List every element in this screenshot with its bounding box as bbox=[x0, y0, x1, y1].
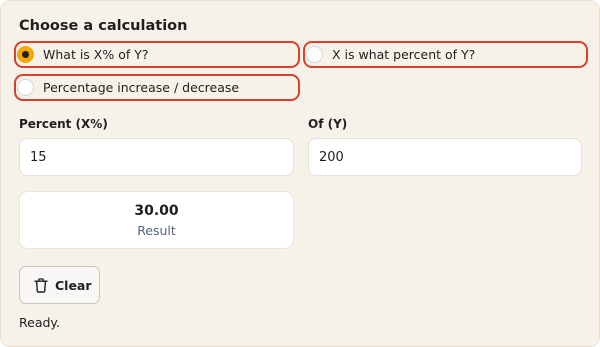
percent-input[interactable] bbox=[19, 138, 294, 176]
of-input[interactable] bbox=[308, 138, 582, 176]
status-text: Ready. bbox=[19, 315, 60, 330]
calculator-panel: Choose a calculation What is X% of Y? X … bbox=[0, 0, 600, 347]
result-value: 30.00 bbox=[134, 203, 179, 219]
option-x-percent-of-y[interactable]: What is X% of Y? bbox=[14, 41, 300, 68]
radio-unselected-icon[interactable] bbox=[306, 46, 323, 63]
option-label: Percentage increase / decrease bbox=[43, 80, 240, 95]
trash-icon bbox=[34, 278, 48, 293]
radio-selected-icon[interactable] bbox=[17, 46, 34, 63]
clear-button-label: Clear bbox=[55, 278, 92, 293]
option-x-is-what-percent[interactable]: X is what percent of Y? bbox=[303, 41, 588, 68]
result-card: 30.00 Result bbox=[19, 191, 294, 249]
option-percentage-change[interactable]: Percentage increase / decrease bbox=[14, 74, 300, 101]
radio-unselected-icon[interactable] bbox=[17, 79, 34, 96]
option-label: What is X% of Y? bbox=[43, 47, 149, 62]
clear-button[interactable]: Clear bbox=[19, 266, 100, 304]
percent-field-label: Percent (X%) bbox=[19, 117, 108, 131]
of-field-label: Of (Y) bbox=[308, 117, 348, 131]
option-label: X is what percent of Y? bbox=[332, 47, 476, 62]
result-label: Result bbox=[137, 223, 176, 238]
section-heading: Choose a calculation bbox=[19, 18, 188, 34]
